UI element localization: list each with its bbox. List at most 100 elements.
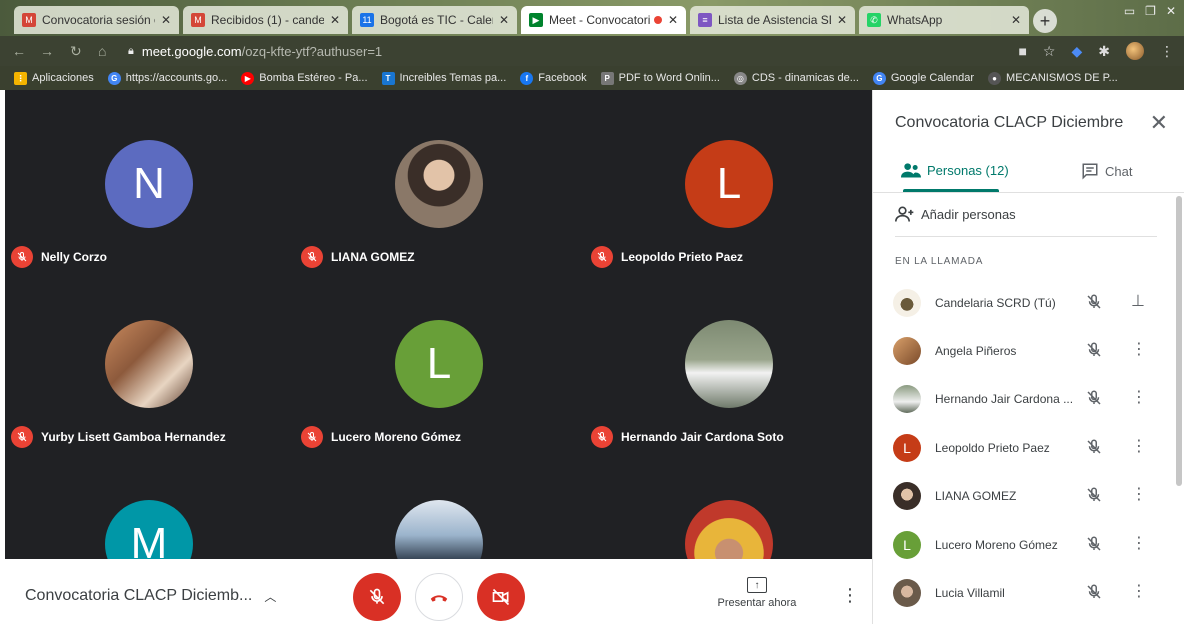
close-window-icon[interactable]: ✕ xyxy=(1166,4,1176,18)
bookmark-item[interactable]: G Google Calendar xyxy=(872,71,974,85)
participant-tile[interactable] xyxy=(585,450,872,559)
avatar xyxy=(893,385,921,413)
back-icon[interactable]: ← xyxy=(12,43,26,59)
minimize-icon[interactable]: ▭ xyxy=(1124,4,1135,18)
more-options-icon[interactable]: ⋮ xyxy=(841,585,859,606)
toggle-camera-button[interactable] xyxy=(477,573,525,621)
t-site-icon: T xyxy=(381,71,395,85)
participant-list-item[interactable]: Lucia Villamil ⋮ xyxy=(893,575,1165,611)
present-now-button[interactable]: ↑ Presentar ahora xyxy=(713,577,801,609)
home-icon[interactable]: ⌂ xyxy=(98,43,106,59)
bookmark-star-icon[interactable]: ☆ xyxy=(1043,43,1056,60)
meet-icon: ▶ xyxy=(529,13,543,27)
add-people-button[interactable]: Añadir personas xyxy=(895,206,1016,222)
address-bar[interactable]: 🔒︎ meet.google.com/ozq-kfte-ytf?authuser… xyxy=(128,40,998,62)
add-person-icon xyxy=(895,206,914,222)
profile-avatar[interactable] xyxy=(1126,42,1144,60)
participant-tile[interactable]: L Leopoldo Prieto Paez xyxy=(585,90,872,270)
bookmark-item[interactable]: f Facebook xyxy=(520,71,587,85)
youtube-icon: ▶ xyxy=(241,71,255,85)
participant-tile[interactable]: M xyxy=(5,450,294,559)
participant-tile[interactable] xyxy=(295,450,584,559)
more-options-icon[interactable]: ⋮ xyxy=(1131,484,1147,504)
participant-list-item[interactable]: Hernando Jair Cardona ... ⋮ xyxy=(893,381,1165,417)
close-tab-icon[interactable]: ✕ xyxy=(1011,13,1021,27)
browser-tab[interactable]: M Recibidos (1) - candelari✕ xyxy=(183,6,348,34)
participant-name: Hernando Jair Cardona Soto xyxy=(621,430,784,444)
participant-list-item[interactable]: LIANA GOMEZ ⋮ xyxy=(893,478,1165,514)
participant-tile[interactable]: Yurby Lisett Gamboa Hernandez xyxy=(5,270,294,450)
divider xyxy=(895,236,1157,237)
apps-icon: ⋮ xyxy=(14,71,27,85)
avatar xyxy=(685,320,773,408)
tab-chat[interactable]: Chat xyxy=(1081,162,1132,180)
participant-tile[interactable]: N Nelly Corzo xyxy=(5,90,294,270)
restore-icon[interactable]: ❐ xyxy=(1145,4,1156,18)
avatar: N xyxy=(105,140,193,228)
puzzle-icon[interactable]: ✱ xyxy=(1098,43,1110,60)
participant-list-item[interactable]: L Leopoldo Prieto Paez ⋮ xyxy=(893,430,1165,466)
close-tab-icon[interactable]: ✕ xyxy=(668,13,678,27)
participant-name: Lucero Moreno Gómez xyxy=(331,430,462,444)
avatar: L xyxy=(395,320,483,408)
reload-icon[interactable]: ↻ xyxy=(70,43,82,60)
tab-people[interactable]: Personas (12) xyxy=(901,162,1009,178)
more-options-icon[interactable]: ⋮ xyxy=(1131,436,1147,456)
nameplate: Hernando Jair Cardona Soto xyxy=(591,426,784,448)
people-panel: Convocatoria CLACP Diciembre ✕ Personas … xyxy=(872,90,1184,624)
close-tab-icon[interactable]: ✕ xyxy=(330,13,340,27)
participant-name: Hernando Jair Cardona ... xyxy=(935,392,1074,406)
panel-scrollbar[interactable] xyxy=(1176,196,1182,486)
browser-tab[interactable]: M Convocatoria sesión ord✕ xyxy=(14,6,179,34)
bookmark-item[interactable]: P PDF to Word Onlin... xyxy=(600,71,720,85)
participant-tile[interactable]: L Lucero Moreno Gómez xyxy=(295,270,584,450)
participant-name: Leopoldo Prieto Paez xyxy=(621,250,744,264)
close-tab-icon[interactable]: ✕ xyxy=(837,13,847,27)
divider xyxy=(873,192,1184,193)
more-options-icon[interactable]: ⋮ xyxy=(1131,339,1147,359)
google-icon: G xyxy=(107,71,121,85)
browser-tab[interactable]: ✆ WhatsApp ✕ xyxy=(859,6,1029,34)
browser-tab-active[interactable]: ▶ Meet - Convocatoria ✕ xyxy=(521,6,686,34)
bookmark-item[interactable]: ⋮ Aplicaciones xyxy=(14,71,94,85)
chevron-up-icon: ︿ xyxy=(264,589,277,604)
new-tab-button[interactable]: + xyxy=(1033,9,1057,33)
close-tab-icon[interactable]: ✕ xyxy=(499,13,509,27)
more-options-icon[interactable]: ⋮ xyxy=(1131,581,1147,601)
gmail-icon: M xyxy=(191,13,205,27)
close-icon[interactable]: ✕ xyxy=(1150,110,1168,136)
chrome-menu-icon[interactable]: ⋮ xyxy=(1160,43,1174,60)
panel-title: Convocatoria CLACP Diciembre xyxy=(895,114,1124,131)
bookmark-item[interactable]: ◎ CDS - dinamicas de... xyxy=(733,71,859,85)
more-options-icon[interactable]: ⋮ xyxy=(1131,387,1147,407)
leave-call-button[interactable] xyxy=(415,573,463,621)
browser-tab[interactable]: ≡ Lista de Asistencia SDAC✕ xyxy=(690,6,855,34)
participant-tile[interactable]: Hernando Jair Cardona Soto xyxy=(585,270,872,450)
bookmark-item[interactable]: T Increibles Temas pa... xyxy=(381,71,506,85)
participant-tile[interactable]: LIANA GOMEZ xyxy=(295,90,584,270)
close-tab-icon[interactable]: ✕ xyxy=(161,13,171,27)
mic-off-icon xyxy=(1085,486,1103,509)
pin-icon[interactable]: ⊥ xyxy=(1131,291,1145,311)
window-controls: ▭ ❐ ✕ xyxy=(1124,4,1176,18)
participant-list-item[interactable]: L Lucero Moreno Gómez ⋮ xyxy=(893,527,1165,563)
bookmark-item[interactable]: ▶ Bomba Estéreo - Pa... xyxy=(241,71,368,85)
nameplate: Nelly Corzo xyxy=(11,246,107,268)
participant-list-item[interactable]: Candelaria SCRD (Tú) ⊥ xyxy=(893,285,1165,321)
globe-icon: ◎ xyxy=(733,71,747,85)
bookmark-item[interactable]: Ghttps://accounts.go... xyxy=(107,71,227,85)
participant-list-item[interactable]: Angela Piñeros ⋮ xyxy=(893,333,1165,369)
camera-off-icon xyxy=(492,588,510,606)
lock-icon: 🔒︎ xyxy=(128,44,134,57)
bookmark-item[interactable]: ● MECANISMOS DE P... xyxy=(988,71,1118,85)
meeting-details-toggle[interactable]: Convocatoria CLACP Diciemb... ︿ xyxy=(25,587,276,605)
browser-tabstrip: M Convocatoria sesión ord✕ M Recibidos (… xyxy=(0,0,1184,36)
camera-in-use-icon[interactable]: ■ xyxy=(1018,43,1026,59)
toggle-mic-button[interactable] xyxy=(353,573,401,621)
forward-icon[interactable]: → xyxy=(40,43,54,59)
browser-tab[interactable]: 11 Bogotá es TIC - Calendar✕ xyxy=(352,6,517,34)
more-options-icon[interactable]: ⋮ xyxy=(1131,533,1147,553)
avatar xyxy=(893,482,921,510)
participant-name: Candelaria SCRD (Tú) xyxy=(935,296,1056,310)
extension-icon[interactable]: ◆ xyxy=(1071,43,1082,60)
